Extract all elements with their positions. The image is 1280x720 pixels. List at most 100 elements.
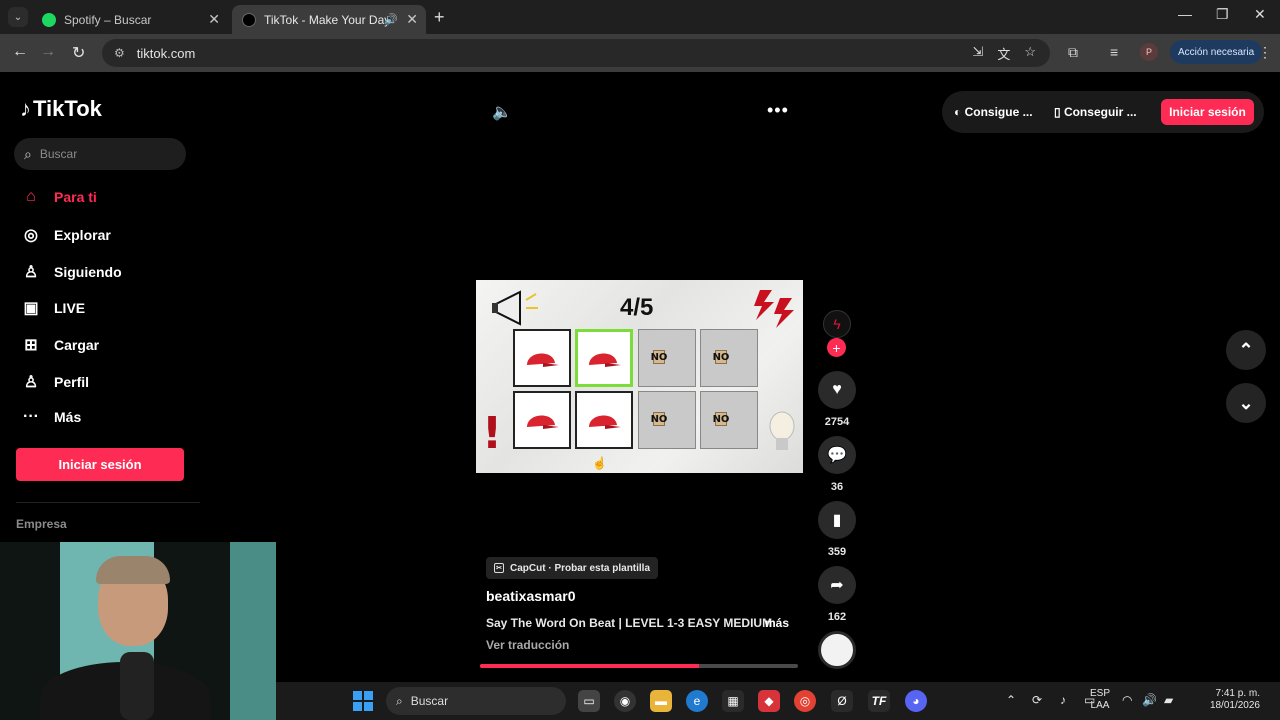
taskbar-search[interactable]: ⌕ Buscar <box>386 687 566 715</box>
language-indicator[interactable]: ESP LAA <box>1088 688 1112 712</box>
home-icon: ⌂ <box>26 188 36 205</box>
follow-plus-icon[interactable]: + <box>827 338 846 357</box>
webcam-overlay <box>0 542 276 720</box>
close-icon[interactable]: ✕ <box>406 11 418 28</box>
search-input[interactable]: ⌕ Buscar <box>14 138 186 170</box>
translate-icon[interactable]: 文 <box>997 44 1010 63</box>
sound-disc[interactable] <box>818 631 856 669</box>
action-needed-button[interactable]: Acción necesaria <box>1170 40 1263 64</box>
capcut-template-link[interactable]: ✂ CapCut · Probar esta plantilla <box>486 557 659 579</box>
chevron-up-icon: ⌃ <box>1238 339 1254 360</box>
nav-following[interactable]: ♙ Siguiendo <box>20 262 122 282</box>
power-icon[interactable]: ▰ <box>1164 693 1173 707</box>
video-player[interactable]: 4/5 NO NO NO NO ! <box>476 280 803 473</box>
tab-spotify[interactable]: Spotify – Buscar ✕ <box>32 5 228 34</box>
nav-for-you[interactable]: ⌂ Para ti <box>20 188 97 206</box>
wifi-icon[interactable]: ◠ <box>1122 693 1132 707</box>
previous-video-button[interactable]: ⌃ <box>1226 330 1266 370</box>
nav-more[interactable]: ··· Más <box>20 408 81 426</box>
volume-tray-icon[interactable]: 🔊 <box>1142 693 1157 707</box>
site-info-icon[interactable]: ⚙ <box>114 46 125 60</box>
windows-start-icon[interactable] <box>353 691 373 711</box>
bookmark-star-icon[interactable]: ☆ <box>1024 44 1036 63</box>
see-translation-link[interactable]: Ver traducción <box>486 638 569 652</box>
tiktok-logo[interactable]: ♪ TikTok <box>20 96 102 122</box>
save-button[interactable]: ▮ <box>818 501 856 539</box>
file-explorer-icon[interactable]: ▬ <box>650 690 672 712</box>
screen: ⌄ Spotify – Buscar ✕ TikTok - Make Your … <box>0 0 1280 720</box>
nav-explore[interactable]: ◎ Explorar <box>20 225 111 245</box>
install-app-icon[interactable]: ⇲ <box>972 44 983 63</box>
more-text-button[interactable]: más <box>765 616 789 630</box>
like-button[interactable]: ♥ <box>818 371 856 409</box>
login-button[interactable]: Iniciar sesión <box>1161 99 1254 125</box>
address-bar[interactable]: ⚙ tiktok.com ⇲ 文 ☆ <box>102 39 1050 67</box>
extensions-icon[interactable]: ⧉ <box>1068 44 1078 61</box>
grid-cell-cap-highlighted <box>575 329 633 387</box>
top-actions-bar: ◐ Consigue ... ▯ Conseguir ... Iniciar s… <box>942 91 1264 133</box>
discord-icon[interactable]: ◕ <box>905 690 927 712</box>
grid-cell-cap <box>513 391 571 449</box>
edge-icon[interactable]: e <box>686 690 708 712</box>
tab-search-button[interactable]: ⌄ <box>8 7 28 27</box>
nav-profile[interactable]: ♙ Perfil <box>20 372 89 392</box>
exclamation-icon: ! <box>482 408 503 459</box>
get-app-button[interactable]: ▯ Conseguir ... <box>1054 105 1137 119</box>
app-red-icon[interactable]: ◆ <box>758 690 780 712</box>
close-icon[interactable]: ✕ <box>208 11 220 28</box>
no-text: NO <box>712 350 730 364</box>
volume-icon[interactable]: 🔈 <box>492 102 512 122</box>
speaker-icon[interactable]: 🔊 <box>384 13 398 26</box>
red-cap-icon <box>527 353 559 367</box>
share-button[interactable]: ➦ <box>818 566 856 604</box>
video-progress-bar[interactable] <box>480 664 798 668</box>
nav-upload[interactable]: ⊞ Cargar <box>20 335 99 355</box>
logo-text: TikTok <box>33 96 102 121</box>
obs-icon[interactable]: ◉ <box>614 690 636 712</box>
get-coins-button[interactable]: ◐ Consigue ... <box>954 105 1033 119</box>
lang-bottom: LAA <box>1090 700 1110 711</box>
nav-label: Siguiendo <box>54 264 122 280</box>
clock[interactable]: 7:41 p. m. 18/01/2026 <box>1188 688 1260 712</box>
tf-app-icon[interactable]: TF <box>868 690 890 712</box>
chevron-down-icon: ⌄ <box>1238 392 1254 413</box>
nav-live[interactable]: ▣ LIVE <box>20 298 85 318</box>
next-video-button[interactable]: ⌄ <box>1226 383 1266 423</box>
webcam-microphone <box>120 652 154 720</box>
app-icon[interactable]: Ø <box>831 690 853 712</box>
forward-icon[interactable]: → <box>40 43 56 61</box>
footer-heading[interactable]: Empresa <box>16 517 67 531</box>
creator-avatar[interactable]: ϟ <box>823 310 851 338</box>
tab-title: Spotify – Buscar <box>64 12 152 27</box>
comment-button[interactable]: 💬 <box>818 436 856 474</box>
tray-overflow-icon[interactable]: ⌃ <box>1006 693 1016 707</box>
save-count: 359 <box>827 546 847 558</box>
like-count: 2754 <box>824 416 850 428</box>
sync-icon[interactable]: ⟳ <box>1032 693 1042 707</box>
back-icon[interactable]: ← <box>12 43 28 61</box>
browser-menu-icon[interactable]: ⋮ <box>1258 44 1272 61</box>
reload-icon[interactable]: ↻ <box>72 43 85 63</box>
sidebar-login-button[interactable]: Iniciar sesión <box>16 448 184 481</box>
task-view-icon[interactable]: ▭ <box>578 690 600 712</box>
chrome-icon[interactable]: ◎ <box>794 690 816 712</box>
new-tab-button[interactable]: + <box>434 7 445 28</box>
media-control-icon[interactable]: ≡ <box>1110 44 1118 60</box>
minimize-icon[interactable]: — <box>1178 6 1192 22</box>
more-options-icon[interactable]: ••• <box>767 100 789 121</box>
upload-icon: ⊞ <box>24 337 38 354</box>
taskbar-search-placeholder: Buscar <box>410 694 449 708</box>
no-tiles: NO <box>651 350 667 364</box>
microphone-icon[interactable]: ♪ <box>1060 693 1066 707</box>
grid-cell-no: NO <box>638 329 696 387</box>
restore-icon[interactable]: ❐ <box>1216 6 1229 23</box>
tab-tiktok[interactable]: TikTok - Make Your Day 🔊 ✕ <box>232 5 426 34</box>
profile-avatar[interactable]: P <box>1140 43 1158 61</box>
store-icon[interactable]: ▦ <box>722 690 744 712</box>
compass-icon: ◎ <box>24 227 38 244</box>
no-text: NO <box>650 412 668 426</box>
close-window-icon[interactable]: ✕ <box>1254 6 1266 23</box>
share-count: 162 <box>827 611 847 623</box>
video-username[interactable]: beatixasmar0 <box>486 588 576 604</box>
spotify-icon <box>42 12 56 27</box>
